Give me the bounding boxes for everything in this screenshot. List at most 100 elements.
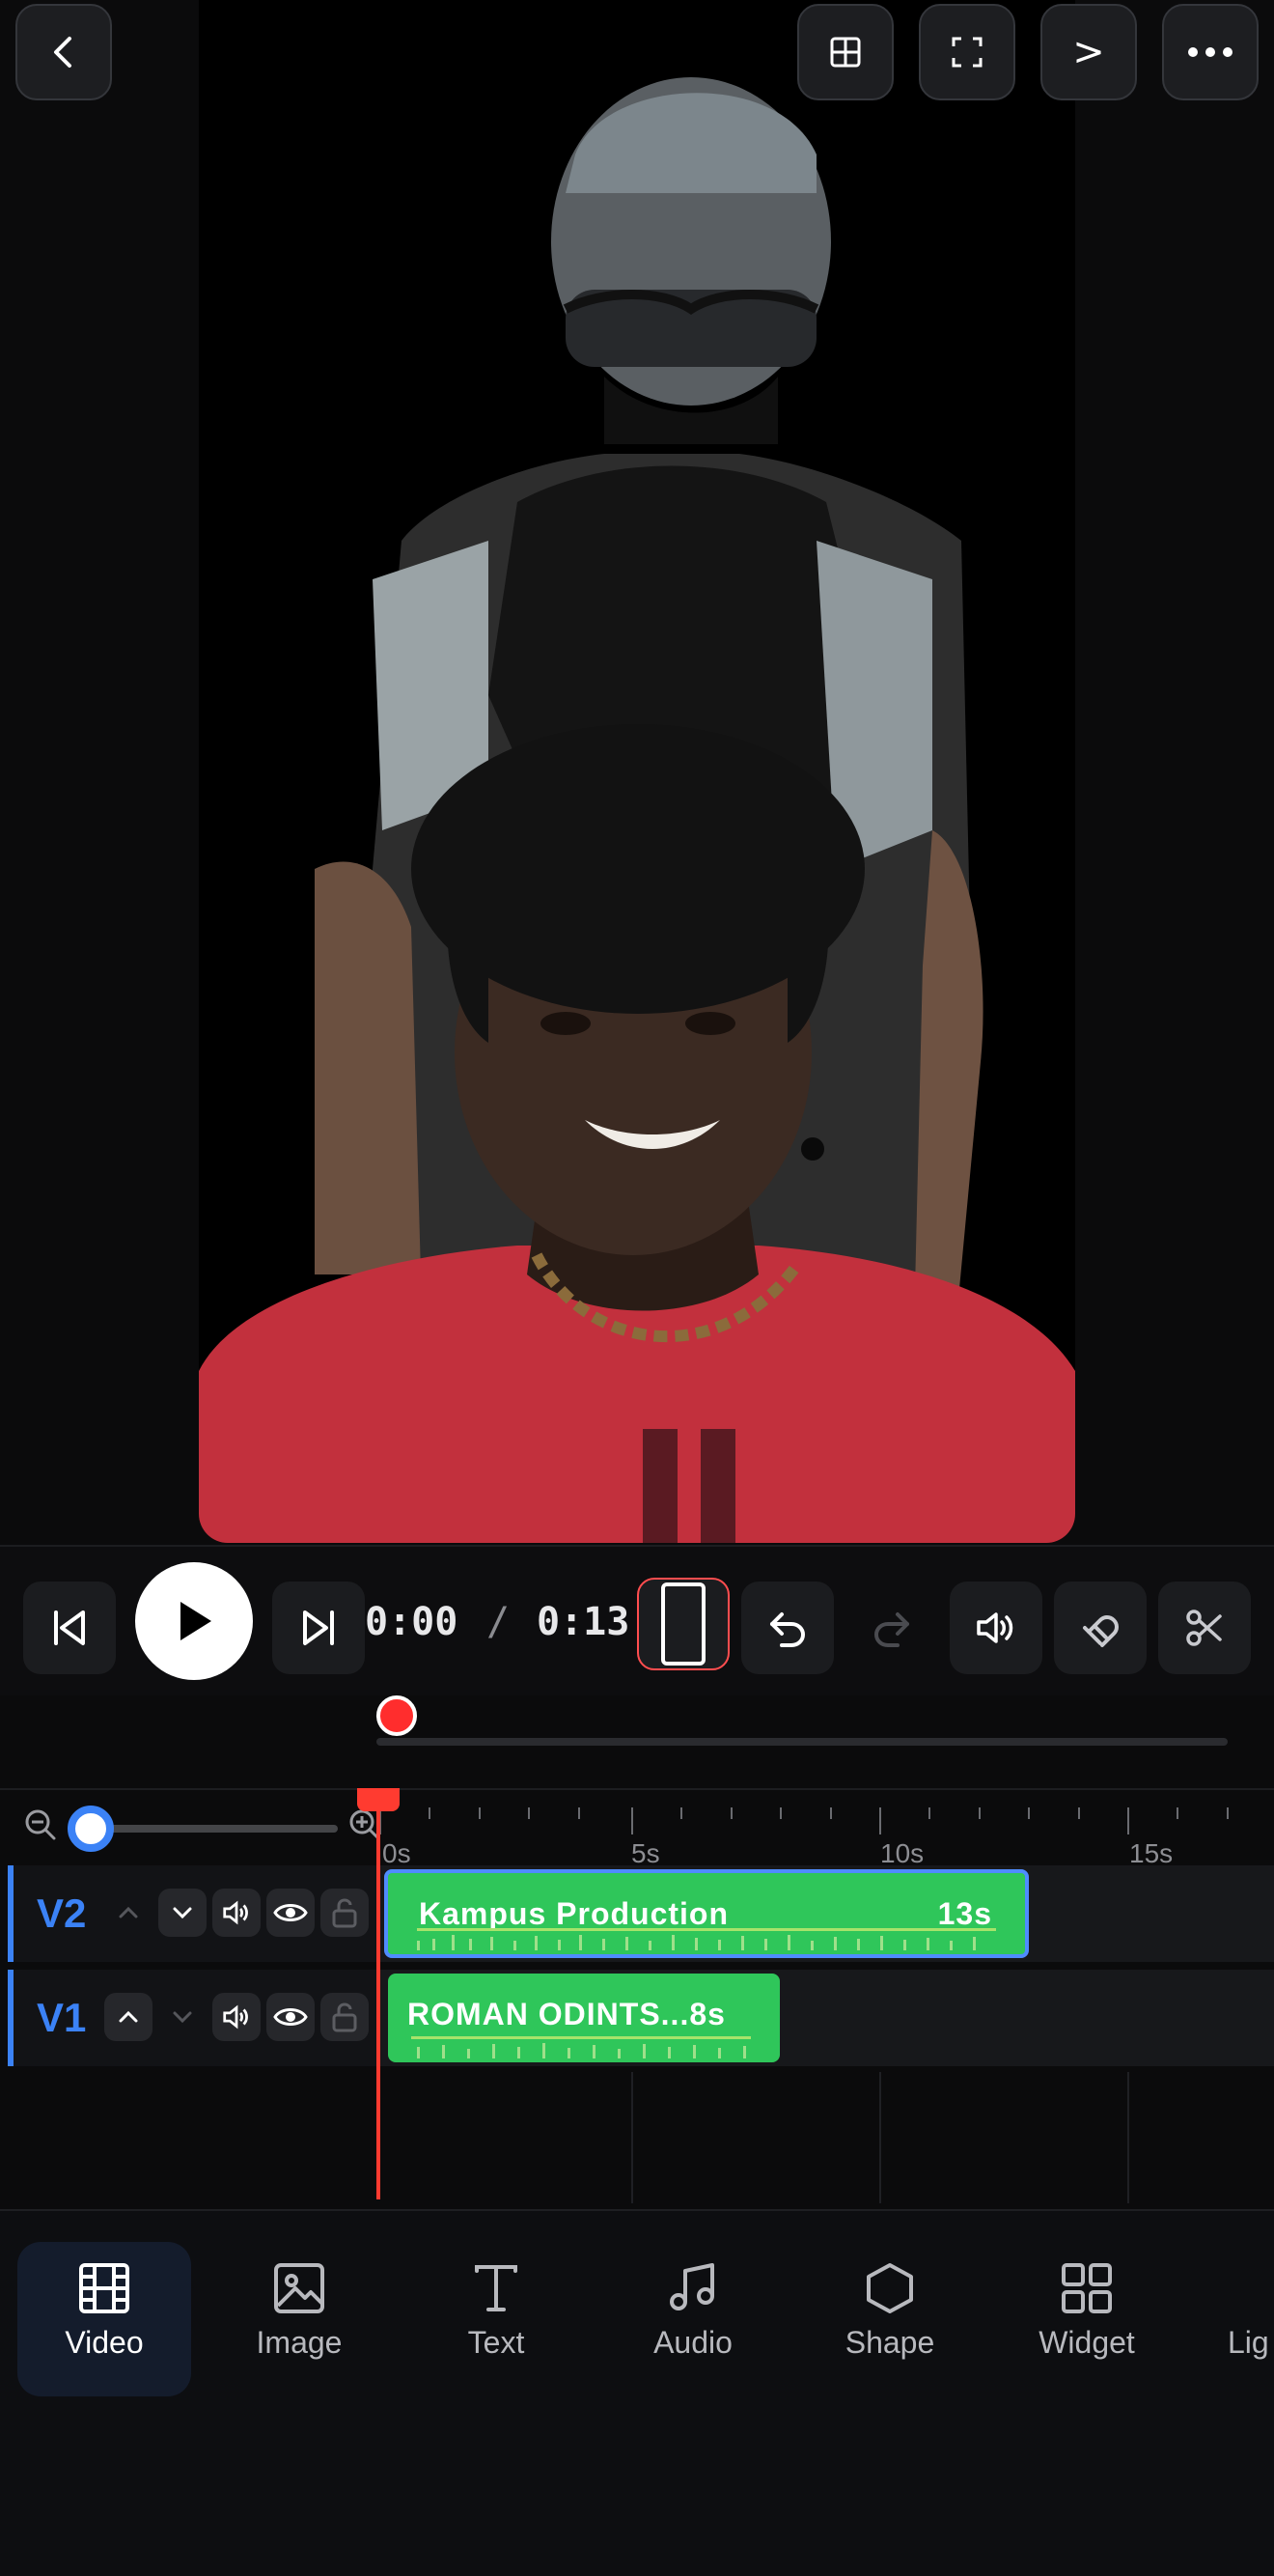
move-track-up-button[interactable] (104, 1993, 152, 2041)
skip-back-icon (54, 1610, 85, 1645)
track-label-v1: V1 (37, 1995, 87, 2040)
timeline-grid (631, 2072, 1129, 2203)
volume-icon (223, 1900, 248, 1925)
time-separator: / (486, 1600, 511, 1644)
bottom-toolbar: Video Image Text Audio Shape Widget Lig (0, 2209, 1274, 2576)
total-time: 0:13 (537, 1600, 630, 1644)
tab-shape-label: Shape (845, 2325, 935, 2360)
clip-name: ROMAN ODINTS...8s (407, 1997, 726, 2031)
app-root: > 0:00 / 0:13 0s 5s 10s 15s V2 Kampus Pr… (0, 0, 1274, 2576)
clip-volume-line (411, 2036, 751, 2039)
clip-roman-odintsov[interactable]: ROMAN ODINTS...8s (388, 1974, 780, 2062)
image-icon (274, 2263, 324, 2313)
chevron-up-icon (119, 2010, 138, 2023)
unlock-icon (332, 1898, 357, 1928)
track-visibility-button[interactable] (266, 1993, 315, 2041)
tab-text[interactable]: Text (409, 2242, 583, 2396)
timeline-panel: 0s 5s 10s 15s V2 Kampus Production 13s V… (0, 1788, 1274, 2209)
layout-grid-button[interactable] (797, 4, 894, 100)
tab-lig-label: Lig (1228, 2325, 1269, 2360)
play-button[interactable] (135, 1562, 253, 1680)
tab-audio-label: Audio (653, 2325, 733, 2360)
eye-icon (273, 1904, 308, 1921)
undo-icon (770, 1612, 806, 1647)
preview-frame-image (199, 0, 1075, 1543)
fullscreen-button[interactable] (919, 4, 1015, 100)
portrait-ratio-icon (661, 1582, 706, 1666)
track-lane-v1[interactable]: ROMAN ODINTS...8s (378, 1970, 1274, 2066)
chevron-down-icon (173, 2011, 192, 2024)
grid-icon (830, 37, 861, 68)
ruler-ticks (379, 1807, 1229, 1834)
audio-waveform (417, 2043, 746, 2058)
track-header-v1: V1 (8, 1970, 378, 2066)
clip-name: Kampus Production (419, 1896, 730, 1931)
video-preview: > (0, 0, 1274, 1545)
split-button[interactable] (1158, 1582, 1251, 1674)
back-button[interactable] (15, 4, 112, 100)
track-visibility-button[interactable] (266, 1889, 315, 1937)
track-lock-button[interactable] (320, 1889, 369, 1937)
redo-button[interactable] (845, 1582, 938, 1674)
time-ruler[interactable]: 0s 5s 10s 15s (378, 1790, 1274, 1868)
track-label-v2: V2 (37, 1890, 87, 1936)
playback-controls: 0:00 / 0:13 (0, 1545, 1274, 1695)
track-v1: V1 ROMAN ODINTS...8s (0, 1970, 1274, 2066)
redo-icon (873, 1612, 909, 1647)
magnet-icon (1083, 1615, 1119, 1647)
scrub-track[interactable] (376, 1738, 1228, 1746)
more-options-button[interactable] (1162, 4, 1259, 100)
preview-canvas[interactable] (199, 0, 1075, 1543)
skip-forward-icon (303, 1610, 334, 1645)
clip-duration: 13s (937, 1896, 992, 1931)
eye-icon (273, 2008, 308, 2026)
film-icon (79, 2263, 129, 2313)
volume-icon (223, 2004, 248, 2030)
next-label: > (1072, 30, 1105, 74)
fullscreen-icon (952, 37, 983, 68)
zoom-slider-track[interactable] (81, 1825, 338, 1833)
clip-kampus-production[interactable]: Kampus Production 13s (384, 1869, 1029, 1958)
current-time: 0:00 (365, 1600, 458, 1644)
zoom-slider-knob[interactable] (68, 1806, 114, 1852)
volume-icon (977, 1612, 1013, 1643)
tab-video[interactable]: Video (17, 2242, 191, 2396)
track-v2: V2 Kampus Production 13s (0, 1865, 1274, 1962)
scrub-handle[interactable] (376, 1695, 417, 1736)
magnet-snap-button[interactable] (1054, 1582, 1147, 1674)
tab-lig[interactable]: Lig (1197, 2242, 1274, 2396)
track-header-v2: V2 (8, 1865, 378, 1962)
tab-shape[interactable]: Shape (803, 2242, 977, 2396)
music-note-icon (670, 2263, 714, 2310)
aspect-ratio-button[interactable] (637, 1578, 730, 1670)
move-track-up-button[interactable] (104, 1889, 152, 1937)
track-lane-v2[interactable]: Kampus Production 13s (378, 1865, 1274, 1962)
tab-video-label: Video (65, 2325, 144, 2360)
audio-waveform (417, 1935, 976, 1950)
track-mute-button[interactable] (212, 1889, 261, 1937)
scrub-bar[interactable] (0, 1695, 1274, 1788)
more-horizontal-icon (1188, 47, 1232, 57)
tab-widget[interactable]: Widget (1000, 2242, 1174, 2396)
hexagon-icon (867, 2263, 913, 2313)
widget-grid-icon (1062, 2263, 1112, 2313)
next-button[interactable]: > (1040, 4, 1137, 100)
tab-image[interactable]: Image (212, 2242, 386, 2396)
track-mute-button[interactable] (212, 1993, 261, 2041)
skip-to-end-button[interactable] (272, 1582, 365, 1674)
undo-button[interactable] (741, 1582, 834, 1674)
move-track-down-button[interactable] (158, 1993, 207, 2041)
zoom-out-icon[interactable] (23, 1807, 58, 1842)
chevron-up-icon (119, 1906, 138, 1918)
skip-to-start-button[interactable] (23, 1582, 116, 1674)
timeline-playhead[interactable] (376, 1788, 380, 2199)
chevron-down-icon (173, 1907, 192, 1919)
playhead-handle[interactable] (357, 1788, 400, 1811)
tab-audio[interactable]: Audio (606, 2242, 780, 2396)
volume-button[interactable] (950, 1582, 1042, 1674)
track-lock-button[interactable] (320, 1993, 369, 2041)
tab-widget-label: Widget (1039, 2325, 1135, 2360)
play-icon (180, 1602, 211, 1640)
chevron-left-icon (54, 37, 71, 68)
move-track-down-button[interactable] (158, 1889, 207, 1937)
